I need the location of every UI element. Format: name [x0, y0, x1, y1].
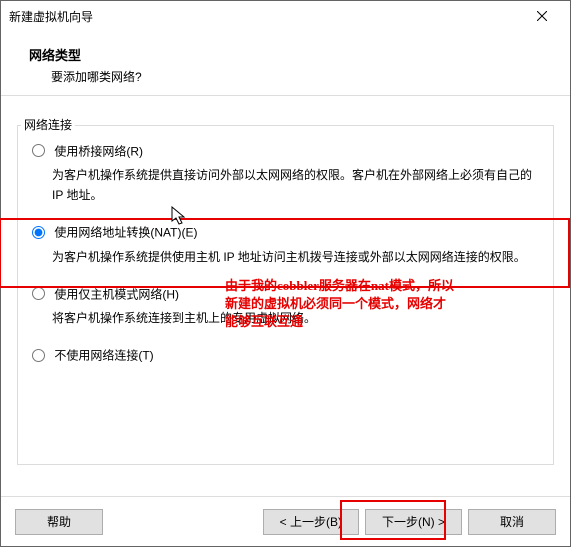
- option-bridged-label-wrap[interactable]: 使用桥接网络(R): [32, 143, 143, 157]
- window-title: 新建虚拟机向导: [9, 8, 522, 25]
- option-none-label: 不使用网络连接(T): [54, 349, 153, 363]
- cancel-button[interactable]: 取消: [468, 509, 556, 535]
- option-nat-label-wrap[interactable]: 使用网络地址转换(NAT)(E): [32, 224, 197, 238]
- close-button[interactable]: [522, 2, 562, 30]
- titlebar: 新建虚拟机向导: [1, 1, 570, 31]
- option-nat-label: 使用网络地址转换(NAT)(E): [54, 226, 197, 240]
- page-title: 网络类型: [29, 45, 550, 64]
- back-button[interactable]: < 上一步(B): [263, 509, 359, 535]
- radio-nat[interactable]: [32, 226, 45, 239]
- option-bridged-desc: 为客户机操作系统提供直接访问外部以太网网络的权限。客户机在外部网络上必须有自己的…: [52, 165, 539, 206]
- annotation-line3: 能够互联互通: [225, 313, 454, 331]
- next-button[interactable]: 下一步(N) >: [365, 509, 462, 535]
- option-bridged: 使用桥接网络(R) 为客户机操作系统提供直接访问外部以太网网络的权限。客户机在外…: [32, 142, 539, 206]
- wizard-window: 新建虚拟机向导 网络类型 要添加哪类网络? 网络连接 使用桥接网络(R) 为客户…: [0, 0, 571, 547]
- annotation-line2: 新建的虚拟机必须同一个模式，网络才: [225, 295, 454, 313]
- option-nat-desc: 为客户机操作系统提供使用主机 IP 地址访问主机拨号连接或外部以太网网络连接的权…: [52, 247, 539, 267]
- fieldset-legend: 网络连接: [21, 116, 75, 133]
- radio-hostonly[interactable]: [32, 287, 45, 300]
- option-hostonly-label: 使用仅主机模式网络(H): [54, 287, 179, 301]
- wizard-header: 网络类型 要添加哪类网络?: [1, 31, 570, 96]
- footer: 帮助 < 上一步(B) 下一步(N) > 取消: [1, 496, 570, 546]
- option-none-label-wrap[interactable]: 不使用网络连接(T): [32, 347, 154, 361]
- radio-none[interactable]: [32, 349, 45, 362]
- radio-bridged[interactable]: [32, 144, 45, 157]
- close-icon: [537, 11, 547, 21]
- help-button[interactable]: 帮助: [15, 509, 103, 535]
- option-bridged-label: 使用桥接网络(R): [54, 144, 143, 158]
- page-subtitle: 要添加哪类网络?: [29, 68, 550, 85]
- option-none: 不使用网络连接(T): [32, 347, 539, 364]
- option-nat: 使用网络地址转换(NAT)(E) 为客户机操作系统提供使用主机 IP 地址访问主…: [32, 224, 539, 267]
- annotation-text: 由于我的cobbler服务器在nat模式，所以 新建的虚拟机必须同一个模式，网络…: [225, 277, 454, 332]
- option-hostonly-label-wrap[interactable]: 使用仅主机模式网络(H): [32, 286, 179, 300]
- annotation-line1: 由于我的cobbler服务器在nat模式，所以: [225, 277, 454, 295]
